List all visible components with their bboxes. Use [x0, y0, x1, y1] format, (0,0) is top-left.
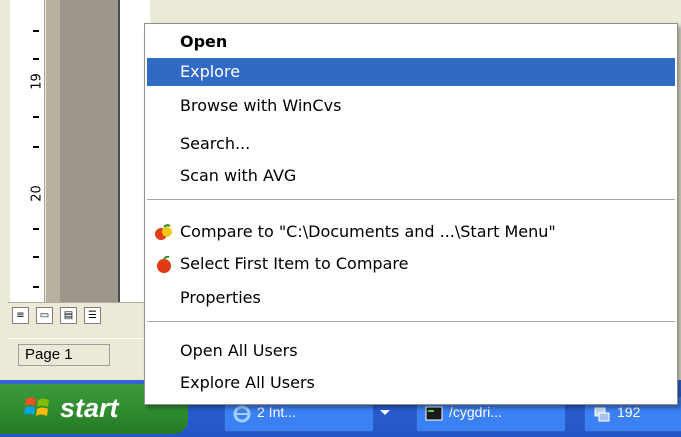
ruler-number-19: 19 [29, 73, 45, 90]
menu-item-browse-with-wincvs[interactable]: Browse with WinCvs [147, 92, 675, 120]
ruler-tick [33, 256, 39, 258]
windows-logo-icon [24, 397, 49, 416]
ruler-tick [33, 116, 39, 118]
context-menu: Open Explore Browse with WinCvs Search..… [144, 23, 678, 405]
menu-item-label: Search... [180, 134, 251, 153]
ruler-number-20: 20 [29, 185, 45, 202]
internet-explorer-icon [233, 405, 251, 423]
taskbar-item-label: /cygdri... [449, 404, 502, 420]
menu-item-properties[interactable]: Properties [147, 284, 675, 312]
menu-item-explore-all-users[interactable]: Explore All Users [147, 369, 675, 397]
web-layout-view-button[interactable]: ▭ [36, 307, 53, 324]
menu-item-label: Open All Users [180, 341, 298, 360]
ruler-tick [33, 228, 39, 230]
menu-item-compare-to[interactable]: Compare to "C:\Documents and ...\Start M… [147, 218, 675, 246]
menu-item-open-all-users[interactable]: Open All Users [147, 337, 675, 365]
menu-separator [147, 199, 675, 200]
page-indicator: Page 1 [18, 344, 110, 366]
menu-item-search[interactable]: Search... [147, 130, 675, 158]
ruler-tick [33, 286, 39, 288]
menu-item-label: Select First Item to Compare [180, 254, 409, 273]
menu-item-scan-with-avg[interactable]: Scan with AVG [147, 162, 675, 190]
print-layout-view-button[interactable]: ▤ [60, 307, 77, 324]
menu-item-label: Explore All Users [180, 373, 315, 392]
menu-item-label: Properties [180, 288, 261, 307]
document-margin [46, 0, 60, 302]
ruler-tick [33, 30, 39, 32]
vertical-ruler: 19 20 [10, 0, 45, 302]
menu-item-open[interactable]: Open [147, 28, 675, 56]
menu-item-select-first-item-to-compare[interactable]: Select First Item to Compare [147, 250, 675, 278]
menu-item-explore[interactable]: Explore [147, 58, 675, 86]
ruler-tick [33, 146, 39, 148]
network-icon [594, 407, 610, 422]
start-label: start [60, 393, 119, 423]
taskbar-item-label: 2 Int... [257, 404, 296, 420]
menu-item-label: Scan with AVG [180, 166, 297, 185]
menu-item-label: Compare to "C:\Documents and ...\Start M… [180, 222, 556, 241]
outline-view-button[interactable]: ☰ [84, 307, 101, 324]
compare-fruit-icon [155, 224, 172, 240]
ruler-tick [33, 58, 39, 60]
terminal-icon [425, 406, 443, 421]
view-buttons-bar: ≡ ▭ ▤ ☰ [8, 302, 158, 327]
menu-item-label: Explore [180, 62, 241, 81]
apple-icon [157, 256, 171, 273]
document-gutter [60, 0, 118, 302]
menu-separator [147, 321, 675, 322]
taskbar-item-label: 192 [617, 404, 641, 420]
menu-item-label: Browse with WinCvs [180, 96, 342, 115]
menu-item-label: Open [180, 32, 228, 51]
group-dropdown-arrow-icon[interactable] [380, 410, 390, 415]
normal-view-button[interactable]: ≡ [12, 307, 29, 324]
